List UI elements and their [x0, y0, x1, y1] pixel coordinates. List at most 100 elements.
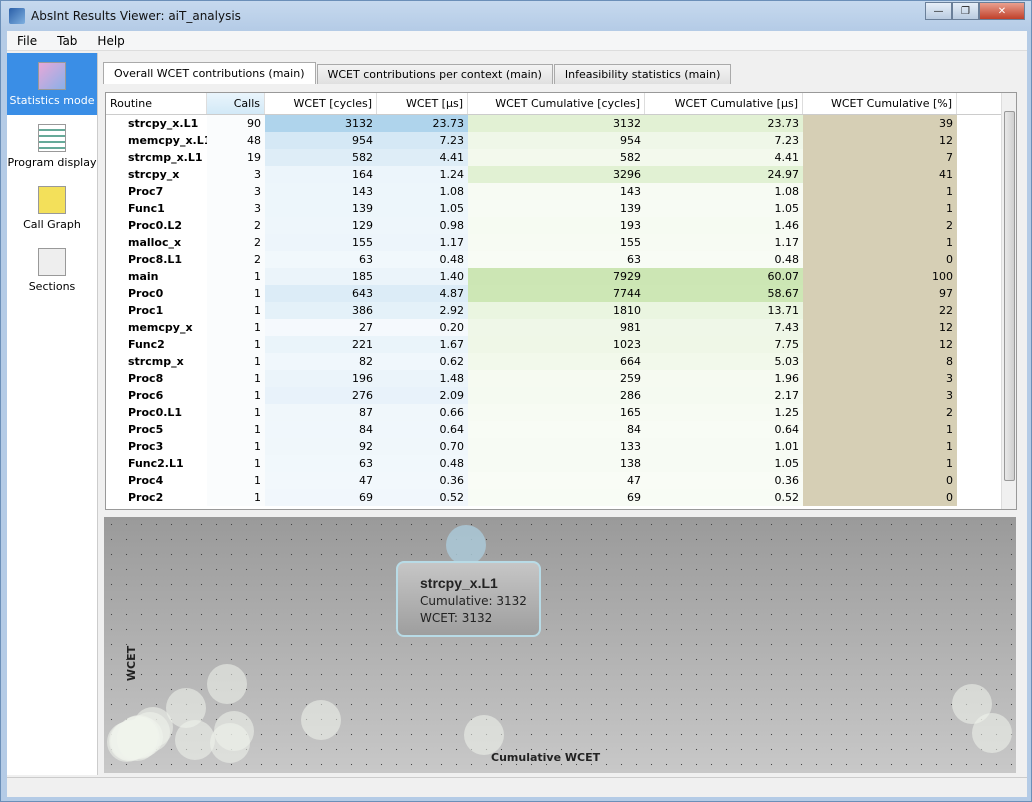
table-row[interactable]: strcmp_x.L1 19 582 4.41 582 4.41 7 [106, 149, 1016, 166]
column-header[interactable]: WCET Cumulative [µs] [645, 93, 803, 114]
tab-infeasibility[interactable]: Infeasibility statistics (main) [553, 64, 732, 84]
table-row[interactable]: Proc0.L2 2 129 0.98 193 1.46 2 [106, 217, 1016, 234]
column-header[interactable]: WCET Cumulative [cycles] [468, 93, 645, 114]
table-cell: Func1 [128, 202, 165, 215]
table-cell: 0.98 [377, 217, 468, 234]
menu-file[interactable]: File [7, 34, 47, 48]
table-cell: 2.09 [377, 387, 468, 404]
table-cell: 1023 [468, 336, 645, 353]
table-cell: 60.07 [645, 268, 803, 285]
table-row[interactable]: Proc7 3 143 1.08 143 1.08 1 [106, 183, 1016, 200]
table-row[interactable]: Proc6 1 276 2.09 286 2.17 3 [106, 387, 1016, 404]
table-cell: Proc8.L1 [128, 253, 183, 266]
sidebar-item-program[interactable]: Program display [7, 115, 97, 177]
table-cell: 7929 [468, 268, 645, 285]
scrollbar-thumb[interactable] [1004, 111, 1015, 481]
table-cell: Proc0.L1 [128, 406, 183, 419]
maximize-button[interactable]: ❐ [952, 2, 979, 20]
tab-per-context[interactable]: WCET contributions per context (main) [316, 64, 553, 84]
table-row[interactable]: Proc3 1 92 0.70 133 1.01 1 [106, 438, 1016, 455]
table-cell: 4.87 [377, 285, 468, 302]
table-cell: 63 [468, 251, 645, 268]
table-cell: 7.43 [645, 319, 803, 336]
table-cell: strcmp_x.L1 [128, 151, 203, 164]
table-row[interactable]: Func2 1 221 1.67 1023 7.75 12 [106, 336, 1016, 353]
table-row[interactable]: Proc5 1 84 0.64 84 0.64 1 [106, 421, 1016, 438]
table-cell: 69 [468, 489, 645, 506]
table-cell: 8 [803, 353, 957, 370]
vertical-scrollbar[interactable] [1001, 93, 1016, 509]
sidebar-item-label: Call Graph [23, 217, 81, 231]
chart-bubble[interactable] [300, 700, 341, 741]
app-icon [9, 8, 25, 24]
table-cell: 24.97 [645, 166, 803, 183]
table-row[interactable]: Proc8.L1 2 63 0.48 63 0.48 0 [106, 251, 1016, 268]
table-cell: 90 [207, 115, 265, 132]
menu-tab[interactable]: Tab [47, 34, 87, 48]
table-cell: memcpy_x.L1 [128, 134, 212, 147]
table-row[interactable]: strcpy_x 3 164 1.24 3296 24.97 41 [106, 166, 1016, 183]
menu-help[interactable]: Help [87, 34, 134, 48]
column-header[interactable]: Calls [207, 93, 265, 114]
table-cell: 7.23 [645, 132, 803, 149]
chart-bubble[interactable] [463, 714, 504, 755]
table-row[interactable]: memcpy_x.L1 48 954 7.23 954 7.23 12 [106, 132, 1016, 149]
sidebar: Statistics mode Program display Call Gra… [7, 53, 98, 775]
table-cell: 27 [265, 319, 377, 336]
table-cell: 13.71 [645, 302, 803, 319]
column-header[interactable]: Routine [106, 93, 207, 114]
table-cell: 286 [468, 387, 645, 404]
table-row[interactable]: Func2.L1 1 63 0.48 138 1.05 1 [106, 455, 1016, 472]
chart-bubble[interactable] [206, 664, 247, 705]
table-row[interactable]: Proc0 1 643 4.87 7744 58.67 97 [106, 285, 1016, 302]
table-cell: Proc6 [128, 389, 164, 402]
table-row[interactable]: strcmp_x 1 82 0.62 664 5.03 8 [106, 353, 1016, 370]
table-cell: Proc5 [128, 423, 164, 436]
table-cell: 129 [265, 217, 377, 234]
chart-bubble[interactable] [209, 723, 250, 764]
column-header[interactable]: WCET Cumulative [%] [803, 93, 957, 114]
close-button[interactable]: ✕ [979, 2, 1025, 20]
table-row[interactable]: Proc4 1 47 0.36 47 0.36 0 [106, 472, 1016, 489]
table-cell: 0.66 [377, 404, 468, 421]
table-cell: 12 [803, 132, 957, 149]
chart-bubble[interactable] [165, 687, 206, 728]
sidebar-item-callgraph[interactable]: Call Graph [7, 177, 97, 239]
table-cell: 1.08 [645, 183, 803, 200]
table-cell: 23.73 [645, 115, 803, 132]
table-cell: Proc3 [128, 440, 164, 453]
table-cell: 2.17 [645, 387, 803, 404]
table-cell: 0.36 [645, 472, 803, 489]
table-row[interactable]: malloc_x 2 155 1.17 155 1.17 1 [106, 234, 1016, 251]
column-header[interactable]: WCET [cycles] [265, 93, 377, 114]
sidebar-item-sections[interactable]: Sections [7, 239, 97, 301]
table-cell: 1 [803, 438, 957, 455]
tab-overall[interactable]: Overall WCET contributions (main) [103, 62, 316, 84]
table-row[interactable]: Proc1 1 386 2.92 1810 13.71 22 [106, 302, 1016, 319]
tooltip-cumulative: Cumulative: 3132 [420, 594, 527, 608]
table-row[interactable]: Func1 3 139 1.05 139 1.05 1 [106, 200, 1016, 217]
table-row[interactable]: main 1 185 1.40 7929 60.07 100 [106, 268, 1016, 285]
chart-bubble[interactable] [972, 713, 1012, 754]
table-cell: 276 [265, 387, 377, 404]
table-cell: 97 [803, 285, 957, 302]
sidebar-item-statistics[interactable]: Statistics mode [7, 53, 97, 115]
table-cell: 48 [207, 132, 265, 149]
column-header[interactable]: WCET [µs] [377, 93, 468, 114]
table-cell: 582 [468, 149, 645, 166]
table-row[interactable]: Proc2 1 69 0.52 69 0.52 0 [106, 489, 1016, 506]
chart-bubble[interactable] [117, 715, 158, 756]
table-cell: 1 [803, 234, 957, 251]
table-cell: 2 [207, 234, 265, 251]
table-row[interactable]: memcpy_x 1 27 0.20 981 7.43 12 [106, 319, 1016, 336]
table-row[interactable]: Proc0.L1 1 87 0.66 165 1.25 2 [106, 404, 1016, 421]
table-row[interactable]: Proc8 1 196 1.48 259 1.96 3 [106, 370, 1016, 387]
table-cell: 87 [265, 404, 377, 421]
table-row[interactable]: strcpy_x.L1 90 3132 23.73 3132 23.73 39 [106, 115, 1016, 132]
minimize-button[interactable]: — [925, 2, 952, 20]
table-cell: strcmp_x [128, 355, 184, 368]
table-cell: 2 [207, 217, 265, 234]
table-cell: 1.24 [377, 166, 468, 183]
table-cell: 139 [265, 200, 377, 217]
chart-bubble[interactable] [445, 525, 486, 565]
